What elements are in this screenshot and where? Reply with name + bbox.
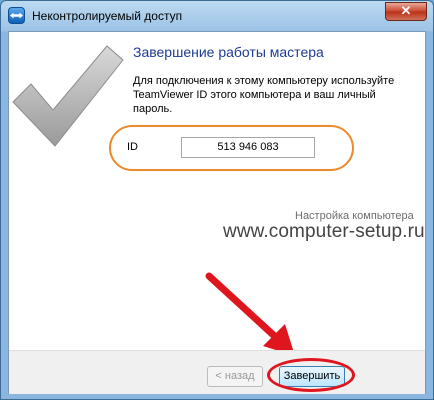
watermark-url: www.computer-setup.ru xyxy=(223,221,425,242)
window-title: Неконтролируемый доступ xyxy=(32,9,183,23)
back-button[interactable]: < назад xyxy=(207,366,263,387)
wizard-content: Завершение работы мастера Для подключени… xyxy=(8,31,426,394)
id-highlight: ID 513 946 083 xyxy=(109,125,354,171)
finish-highlight xyxy=(267,358,355,392)
id-label: ID xyxy=(127,141,138,153)
button-bar: < назад Завершить xyxy=(9,350,425,394)
red-arrow-icon xyxy=(205,272,295,356)
teamviewer-icon xyxy=(8,7,25,24)
wizard-description: Для подключения к этому компьютеру испол… xyxy=(133,75,395,115)
wizard-heading: Завершение работы мастера xyxy=(133,44,324,60)
wizard-window: Неконтролируемый доступ ✕ Завершение раб… xyxy=(0,0,434,400)
close-button[interactable]: ✕ xyxy=(385,2,427,21)
title-bar[interactable]: Неконтролируемый доступ ✕ xyxy=(1,1,433,31)
id-field[interactable]: 513 946 083 xyxy=(181,137,315,158)
